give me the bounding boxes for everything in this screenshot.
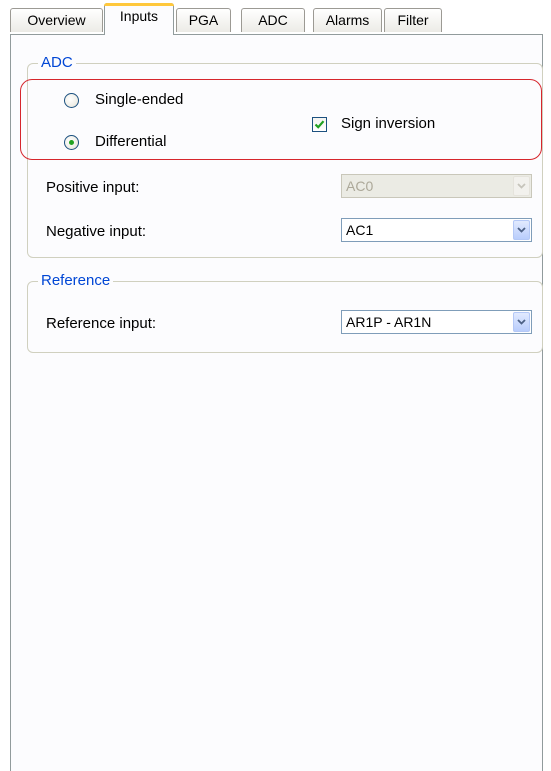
chevron-down-icon bbox=[513, 176, 530, 196]
tab-overview[interactable]: Overview bbox=[10, 8, 103, 32]
reference-input-label: Reference input: bbox=[46, 315, 157, 332]
tab-label: Overview bbox=[27, 12, 86, 28]
chevron-down-icon[interactable] bbox=[513, 312, 530, 332]
tab-bar: Overview Inputs PGA ADC Alarms Filter bbox=[0, 0, 551, 35]
tab-filter[interactable]: Filter bbox=[384, 8, 442, 32]
tab-pga[interactable]: PGA bbox=[176, 8, 231, 32]
tab-label: PGA bbox=[188, 12, 219, 28]
tab-label: ADC bbox=[258, 12, 288, 28]
reference-input-select[interactable]: AR1P - AR1N bbox=[341, 310, 532, 334]
reference-input-value: AR1P - AR1N bbox=[346, 314, 432, 330]
single-ended-label[interactable]: Single-ended bbox=[95, 91, 183, 109]
tab-adc[interactable]: ADC bbox=[241, 8, 305, 32]
tab-alarms[interactable]: Alarms bbox=[313, 8, 382, 32]
checkmark-icon bbox=[314, 120, 325, 129]
positive-input-label: Positive input: bbox=[46, 179, 140, 196]
sign-inversion-checkbox[interactable] bbox=[312, 117, 327, 132]
negative-input-select[interactable]: AC1 bbox=[341, 218, 532, 242]
positive-input-value: AC0 bbox=[346, 178, 374, 194]
differential-radio[interactable] bbox=[64, 135, 79, 150]
tab-inputs[interactable]: Inputs bbox=[104, 3, 174, 35]
reference-group-title: Reference bbox=[38, 272, 114, 290]
differential-label[interactable]: Differential bbox=[95, 133, 166, 151]
single-ended-radio[interactable] bbox=[64, 93, 79, 108]
tab-label: Filter bbox=[397, 12, 429, 28]
tab-label: Inputs bbox=[119, 8, 159, 24]
adc-group-title: ADC bbox=[38, 54, 76, 72]
negative-input-value: AC1 bbox=[346, 222, 374, 238]
tab-label: Alarms bbox=[325, 12, 370, 28]
sign-inversion-label[interactable]: Sign inversion bbox=[341, 115, 435, 133]
positive-input-select: AC0 bbox=[341, 174, 532, 198]
chevron-down-icon[interactable] bbox=[513, 220, 530, 240]
radio-selected-dot bbox=[69, 140, 74, 145]
negative-input-label: Negative input: bbox=[46, 223, 147, 240]
